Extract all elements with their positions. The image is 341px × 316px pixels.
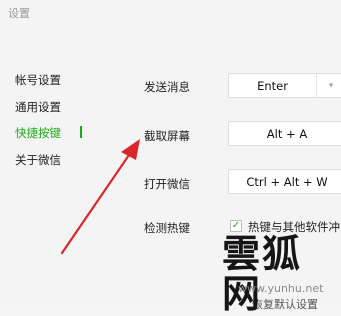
watermark-url: www.yunhu.net xyxy=(238,282,324,295)
watermark-logo: 雲狐网 xyxy=(222,231,303,316)
settings-window: 设置 帐号设置 通用设置 快捷按键 关于微信 发送消息 Enter ▾ 截取屏幕… xyxy=(0,0,341,314)
watermark: 雲狐网 www.yunhu.net xyxy=(222,234,341,314)
